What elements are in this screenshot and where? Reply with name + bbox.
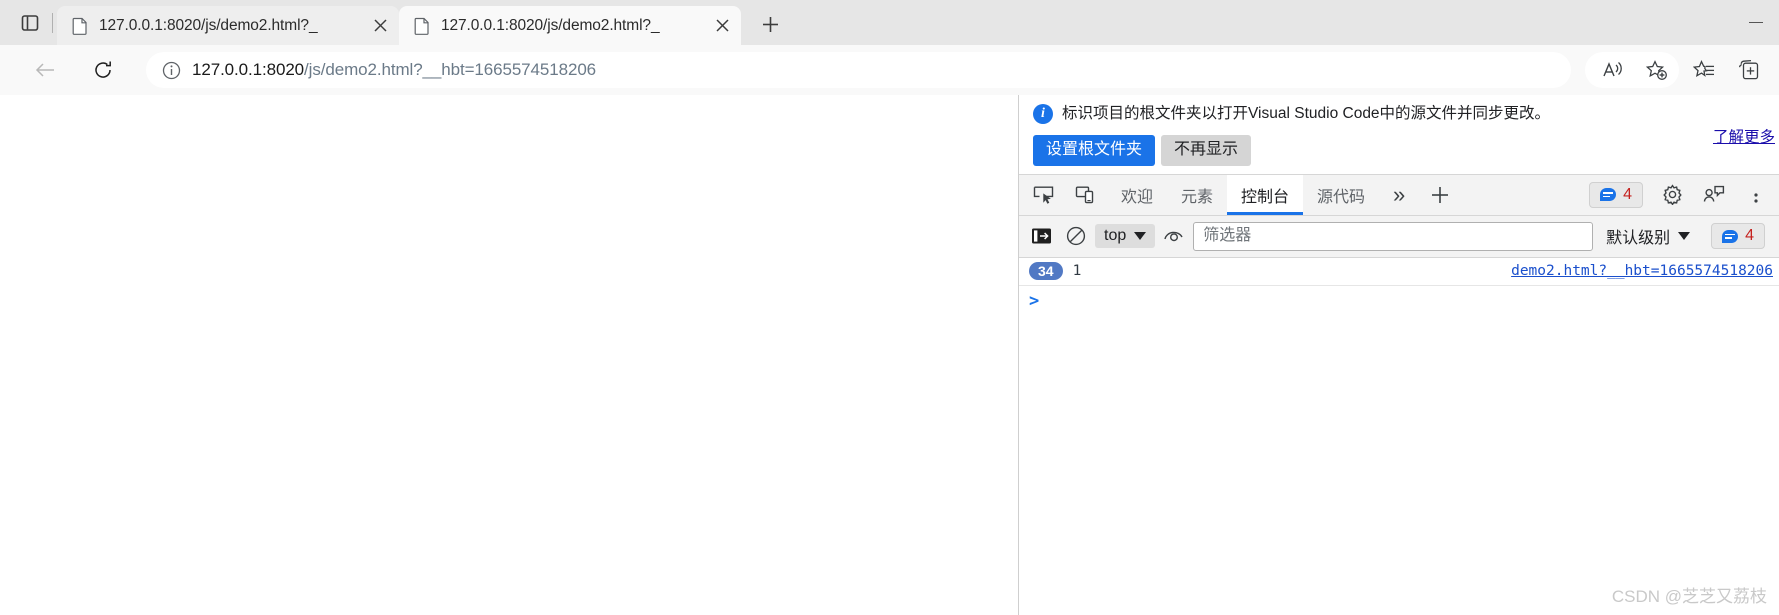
read-aloud-icon [1603, 62, 1622, 77]
issues-count: 4 [1623, 185, 1632, 203]
url-host: 127.0.0.1:8020 [192, 60, 305, 79]
tab-title: 127.0.0.1:8020/js/demo2.html?_ [441, 16, 660, 34]
address-bar[interactable]: 127.0.0.1:8020/js/demo2.html?__hbt=16655… [146, 52, 1571, 88]
reload-button[interactable] [84, 51, 122, 89]
console-prompt-input[interactable] [1047, 293, 1769, 309]
minimize-button[interactable] [1733, 0, 1779, 45]
favorites-list-icon [1692, 59, 1714, 77]
tab-sources[interactable]: 源代码 [1303, 175, 1379, 215]
tab-elements[interactable]: 元素 [1167, 175, 1227, 215]
dont-show-again-button[interactable]: 不再显示 [1161, 135, 1252, 166]
add-favorite-star-icon [1646, 59, 1667, 80]
tab-strip: 127.0.0.1:8020/js/demo2.html?_ 127.0.0.1… [0, 0, 1779, 45]
browser-body: i 标识项目的根文件夹以打开Visual Studio Code中的源文件并同步… [0, 95, 1779, 615]
more-vertical-icon[interactable] [1735, 185, 1777, 205]
infobar-actions: 设置根文件夹 不再显示 [1019, 124, 1779, 166]
collections-icon [1738, 59, 1758, 80]
read-aloud-button[interactable] [1594, 51, 1632, 89]
back-arrow-icon [35, 63, 54, 77]
gear-icon[interactable] [1651, 184, 1693, 206]
info-circle-icon[interactable] [158, 57, 184, 83]
console-message-row[interactable]: 34 1 demo2.html?__hbt=1665574518206 [1019, 258, 1779, 286]
url-path: /js/demo2.html?__hbt=1665574518206 [304, 60, 597, 79]
tab-welcome[interactable]: 欢迎 [1107, 175, 1167, 215]
console-message-count: 4 [1745, 227, 1754, 245]
page-icon [413, 17, 431, 35]
browser-tab-1[interactable]: 127.0.0.1:8020/js/demo2.html?_ [57, 6, 399, 45]
console-filter-input[interactable] [1193, 221, 1594, 251]
device-toolbar-icon[interactable] [1065, 175, 1107, 215]
chevron-down-icon [1678, 232, 1691, 241]
devtools-tabbar-actions: 4 [1581, 175, 1779, 215]
browser-window: 127.0.0.1:8020/js/demo2.html?_ 127.0.0.1… [0, 0, 1779, 615]
close-icon[interactable] [367, 13, 393, 39]
close-icon[interactable] [709, 13, 735, 39]
learn-more-link[interactable]: 了解更多 [1713, 125, 1775, 147]
devtools-infobar: i 标识项目的根文件夹以打开Visual Studio Code中的源文件并同步… [1019, 95, 1779, 174]
chevron-down-icon [1134, 232, 1147, 241]
inspect-element-icon[interactable] [1023, 175, 1065, 215]
address-bar-url: 127.0.0.1:8020/js/demo2.html?__hbt=16655… [192, 60, 596, 80]
clear-console-icon[interactable] [1061, 221, 1091, 251]
console-context-select[interactable]: top [1095, 224, 1156, 249]
console-toolbar: top 默认级别 4 [1019, 215, 1779, 258]
prompt-chevron-icon: > [1029, 290, 1040, 311]
tab-search-icon[interactable] [10, 3, 50, 43]
reload-icon [95, 61, 111, 78]
watermark: CSDN @芝芝又荔枝 [1611, 587, 1767, 606]
tab-strip-divider [52, 13, 53, 33]
page-icon [71, 17, 89, 35]
omnibox-actions [1585, 52, 1679, 88]
tab-label: 元素 [1181, 188, 1214, 206]
speech-bubble-icon [1600, 188, 1617, 202]
new-tab-button[interactable] [749, 5, 791, 43]
navigation-toolbar: 127.0.0.1:8020/js/demo2.html?__hbt=16655… [0, 45, 1779, 95]
feedback-icon[interactable] [1693, 185, 1735, 205]
repeat-count-badge: 34 [1029, 262, 1063, 281]
set-root-folder-button[interactable]: 设置根文件夹 [1033, 135, 1156, 166]
console-context-value: top [1104, 227, 1127, 245]
browser-tab-2[interactable]: 127.0.0.1:8020/js/demo2.html?_ [399, 6, 741, 45]
console-sidebar-icon[interactable] [1027, 221, 1057, 251]
infobar-message: 标识项目的根文件夹以打开Visual Studio Code中的源文件并同步更改… [1062, 105, 1551, 122]
console-source-link[interactable]: demo2.html?__hbt=1665574518206 [1511, 263, 1775, 279]
live-expression-eye-icon[interactable] [1159, 221, 1189, 251]
add-favorite-button[interactable] [1638, 51, 1676, 89]
add-panel-button[interactable] [1419, 175, 1461, 215]
tab-label: 控制台 [1241, 188, 1290, 206]
console-message-count-badge[interactable]: 4 [1711, 223, 1765, 250]
more-tabs-chevron-icon[interactable]: » [1379, 175, 1419, 215]
console-prompt[interactable]: > [1019, 286, 1779, 316]
window-controls [1733, 0, 1779, 45]
minimize-icon [1749, 21, 1763, 24]
page-viewport [0, 95, 1018, 615]
toolbar-actions [1585, 51, 1767, 89]
devtools-panel: i 标识项目的根文件夹以打开Visual Studio Code中的源文件并同步… [1019, 95, 1779, 615]
console-message-text: 1 [1072, 263, 1082, 280]
favorites-button[interactable] [1685, 51, 1723, 89]
collections-button[interactable] [1729, 51, 1767, 89]
console-output[interactable]: 34 1 demo2.html?__hbt=1665574518206 > CS… [1019, 257, 1779, 615]
info-icon: i [1033, 104, 1053, 124]
tab-console[interactable]: 控制台 [1227, 174, 1304, 215]
tab-label: 源代码 [1317, 188, 1366, 206]
issues-badge-button[interactable]: 4 [1589, 181, 1643, 208]
console-level-select[interactable]: 默认级别 [1597, 221, 1699, 251]
tab-title: 127.0.0.1:8020/js/demo2.html?_ [99, 16, 318, 34]
devtools-tabbar: 欢迎 元素 控制台 源代码 » 4 [1019, 173, 1779, 216]
back-button[interactable] [26, 51, 64, 89]
console-level-value: 默认级别 [1606, 230, 1671, 248]
speech-bubble-icon [1722, 229, 1739, 243]
tab-label: 欢迎 [1121, 188, 1154, 206]
